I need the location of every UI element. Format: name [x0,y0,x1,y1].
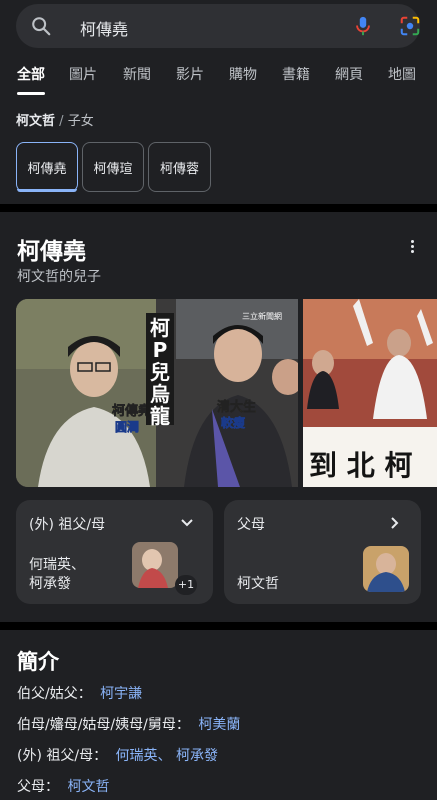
chip-child-1[interactable]: 柯傳堯 [16,142,78,192]
caption-right-1: 清大生 [217,399,256,415]
relation-card-parents[interactable]: 父母 柯文哲 [224,500,421,604]
photo-council: 到 北 柯 [303,299,437,487]
breadcrumb-separator: / [59,114,64,129]
intro-title: 簡介 [17,650,59,674]
relation-names: 何瑞英、 柯承發 [29,556,85,594]
chevron-down-icon[interactable] [180,516,194,530]
breadcrumb-parent[interactable]: 柯文哲 [16,114,55,129]
fact-link[interactable]: 柯宇謙 [100,686,142,702]
fact-row: 伯父/姑父： 柯宇謙 [17,683,142,703]
relation-title: 父母 [237,517,265,533]
image-watermark: 三立新聞網 [242,311,282,321]
relation-card-grandparents[interactable]: (外) 祖父/母 何瑞英、 柯承發 +1 [16,500,213,604]
caption-left-2: 圓潤 [115,419,139,434]
search-bar[interactable]: 柯傳堯 [16,4,420,48]
tab-web[interactable]: 網頁 [335,64,363,84]
banner-text: 到 北 柯 [309,449,413,482]
vertical-caption-5: 龍 [150,404,170,428]
entity-image-1[interactable]: 柯傳堯 圓潤 柯 P 兒 烏 龍 清大生 較瘦 三立新聞網 [16,299,298,487]
chip-child-2[interactable]: 柯傳瑄 [82,142,144,192]
tab-shopping[interactable]: 購物 [229,64,257,84]
relation-name-1[interactable]: 柯文哲 [237,575,279,594]
entity-title: 柯傳堯 [17,239,86,265]
vertical-caption-3: 兒 [150,360,170,384]
more-count-badge[interactable]: +1 [175,575,197,595]
header: 柯傳堯 全部 圖片 新聞 影片 購物 書籍 網頁 地圖 柯文哲 / 子女 柯傳堯… [0,0,437,204]
entity-image-2[interactable]: 到 北 柯 [303,299,437,487]
active-tab-indicator [17,92,45,95]
fact-link[interactable]: 柯美蘭 [198,717,240,733]
google-lens-icon[interactable] [399,15,421,37]
fact-label: 伯母/嬸母/姑母/姨母/舅母： [17,717,190,733]
search-icon [32,17,51,36]
breadcrumb-current: 子女 [67,114,94,129]
vertical-caption-2: P [153,338,168,362]
avatar [363,546,409,592]
fact-row: 父母： 柯文哲 [17,776,109,796]
tab-images[interactable]: 圖片 [69,64,97,84]
section-divider [0,622,437,630]
vertical-caption-1: 柯 [150,316,170,340]
chevron-right-icon[interactable] [388,516,402,530]
tab-news[interactable]: 新聞 [123,64,151,84]
tab-maps[interactable]: 地圖 [388,64,416,84]
relation-title: (外) 祖父/母 [29,517,106,533]
avatar [132,542,178,588]
more-options-icon[interactable] [405,238,419,258]
caption-right-2: 較瘦 [221,415,245,430]
chip-child-3[interactable]: 柯傳蓉 [148,142,211,192]
search-input[interactable]: 柯傳堯 [80,16,128,40]
relation-names: 柯文哲 [237,575,279,594]
section-divider [0,204,437,212]
relation-name-2[interactable]: 柯承發 [29,575,85,594]
photo-collage: 柯傳堯 圓潤 柯 P 兒 烏 龍 清大生 較瘦 三立新聞網 [16,299,298,487]
relation-name-1[interactable]: 何瑞英、 [29,556,85,575]
fact-link[interactable]: 何瑞英、 [116,748,172,764]
caption-left-1: 柯傳堯 [112,403,151,419]
fact-link[interactable]: 柯文哲 [67,779,109,795]
entity-subtitle: 柯文哲的兒子 [17,269,101,285]
tab-all[interactable]: 全部 [17,64,45,84]
breadcrumb: 柯文哲 / 子女 [16,110,94,129]
fact-label: 父母： [17,779,59,795]
fact-label: 伯父/姑父： [17,686,92,702]
microphone-icon[interactable] [352,15,374,37]
vertical-caption-4: 烏 [150,382,170,406]
fact-label: (外) 祖父/母： [17,748,108,764]
search-tabs: 全部 圖片 新聞 影片 購物 書籍 網頁 地圖 [0,64,437,94]
fact-link[interactable]: 柯承發 [176,748,218,764]
fact-row: (外) 祖父/母： 何瑞英、 柯承發 [17,745,218,765]
tab-videos[interactable]: 影片 [176,64,204,84]
tab-books[interactable]: 書籍 [282,64,310,84]
fact-row: 伯母/嬸母/姑母/姨母/舅母： 柯美蘭 [17,714,240,734]
